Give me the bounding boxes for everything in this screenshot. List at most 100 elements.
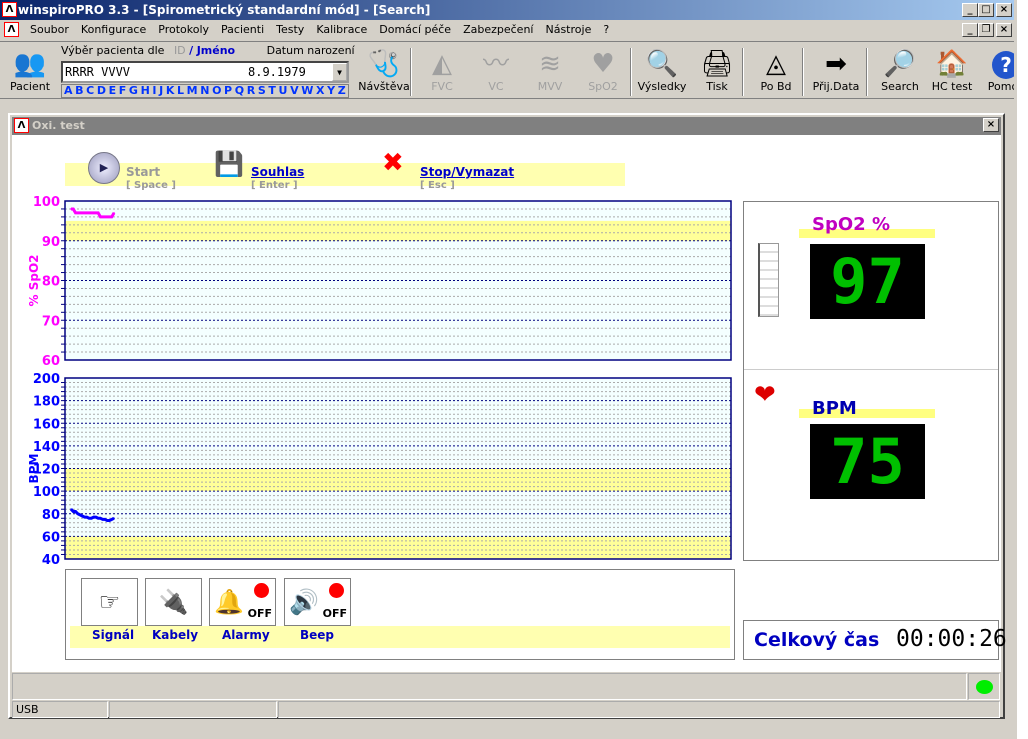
data-point	[108, 216, 111, 218]
alphabet-letter-n[interactable]: N	[200, 85, 209, 97]
menu-help[interactable]: ?	[597, 20, 615, 40]
close-button[interactable]: ×	[996, 3, 1012, 17]
alphabet-letter-s[interactable]: S	[258, 85, 266, 97]
bpm-label: BPM	[812, 398, 857, 419]
alphabet-letter-l[interactable]: L	[177, 85, 184, 97]
app-icon[interactable]: Λ	[2, 2, 17, 17]
child-minimize-button[interactable]: _	[962, 23, 978, 37]
data-point	[88, 517, 90, 520]
toolbar-separator	[802, 48, 804, 96]
beep-button[interactable]: 🔊 OFF	[284, 578, 351, 626]
menu-nastroje[interactable]: Nástroje	[539, 20, 597, 40]
child-app-icon[interactable]: Λ	[4, 22, 19, 37]
alarms-button[interactable]: 🔔 OFF	[209, 578, 276, 626]
y-tick-label: 80	[42, 508, 60, 523]
window-title-bar: Λ winspiroPRO 3.3 - [Spirometrický stand…	[0, 0, 1014, 20]
menu-protokoly[interactable]: Protokoly	[152, 20, 215, 40]
toolbar-button-mvv[interactable]: ≋ MVV	[522, 48, 578, 93]
data-point	[79, 514, 81, 516]
menu-testy[interactable]: Testy	[270, 20, 310, 40]
speaker-icon: 🔊	[289, 588, 319, 616]
alphabet-letter-e[interactable]: E	[109, 85, 117, 97]
data-point	[95, 212, 97, 214]
receive-data-icon: ➡	[825, 49, 847, 79]
toolbar-button-n-v-t-va[interactable]: 🩺 Návštěva	[356, 48, 412, 93]
toolbar-button-po-bd[interactable]: ◬ Po Bd	[748, 48, 804, 93]
data-point	[90, 517, 93, 520]
alphabet-letter-o[interactable]: O	[212, 85, 221, 97]
patient-dob: 8.9.1979	[248, 65, 306, 79]
cables-button[interactable]: 🔌	[145, 578, 202, 626]
menu-pacienti[interactable]: Pacienti	[215, 20, 270, 40]
patient-combobox[interactable]: RRRR VVVV 8.9.1979 ▼	[61, 61, 349, 83]
maximize-button[interactable]: □	[978, 3, 994, 17]
oxi-app-icon: Λ	[14, 118, 29, 133]
toolbar-button-vc[interactable]: 〰 VC	[468, 48, 524, 93]
alphabet-letter-d[interactable]: D	[97, 85, 106, 97]
child-close-button[interactable]: ×	[996, 23, 1012, 37]
alphabet-letter-u[interactable]: U	[279, 85, 288, 97]
alarms-label: Alarmy	[222, 628, 270, 642]
alphabet-letter-z[interactable]: Z	[338, 85, 346, 97]
menu-bar: Λ Soubor Konfigurace Protokoly Pacienti …	[0, 20, 1014, 40]
alphabet-letter-c[interactable]: C	[86, 85, 94, 97]
alphabet-letter-j[interactable]: J	[159, 85, 163, 97]
y-axis-label: BPM	[27, 454, 41, 484]
alphabet-letter-i[interactable]: I	[152, 85, 156, 97]
toolbar-button-tisk[interactable]: 🖨 Tisk	[689, 48, 745, 93]
data-point	[90, 212, 93, 214]
alphabet-letter-t[interactable]: T	[268, 85, 276, 97]
alphabet-letter-h[interactable]: H	[141, 85, 150, 97]
toolbar-button-fvc[interactable]: ◭ FVC	[414, 48, 470, 93]
status-area	[12, 673, 967, 700]
printer-icon: 🖨	[700, 49, 734, 79]
data-point	[104, 216, 106, 218]
menu-kalibrace[interactable]: Kalibrace	[310, 20, 373, 40]
menu-soubor[interactable]: Soubor	[24, 20, 75, 40]
alphabet-letter-k[interactable]: K	[166, 85, 175, 97]
oxi-close-button[interactable]: ×	[983, 118, 999, 132]
alphabet-letter-v[interactable]: V	[290, 85, 299, 97]
bpm-display: 75	[810, 424, 925, 499]
y-tick-label: 60	[42, 354, 60, 369]
minimize-button[interactable]: _	[962, 3, 978, 17]
alphabet-letter-m[interactable]: M	[187, 85, 198, 97]
child-restore-button[interactable]: ❐	[978, 23, 994, 37]
alphabet-letter-y[interactable]: Y	[327, 85, 335, 97]
toolbar-button-v-sledky[interactable]: 🔍 Výsledky	[634, 48, 690, 93]
alphabet-letter-q[interactable]: Q	[235, 85, 244, 97]
chevron-down-icon[interactable]: ▼	[332, 63, 347, 81]
alphabet-letter-g[interactable]: G	[129, 85, 138, 97]
alphabet-letter-f[interactable]: F	[119, 85, 127, 97]
alphabet-letter-x[interactable]: X	[316, 85, 324, 97]
toolbar-button-label: Po Bd	[760, 80, 792, 93]
data-point	[99, 216, 102, 218]
data-point	[97, 517, 99, 520]
connection-status	[968, 673, 1000, 700]
toolbar-button-hc-test[interactable]: 🏠 HC test	[924, 48, 980, 93]
alphabet-letter-p[interactable]: P	[224, 85, 232, 97]
data-point	[83, 212, 86, 214]
y-tick-label: 80	[42, 275, 60, 290]
background-window	[1014, 0, 1028, 739]
toolbar-button-p-ij-data[interactable]: ➡ Přij.Data	[808, 48, 864, 93]
alphabet-letter-b[interactable]: B	[75, 85, 83, 97]
toolbar-button-spo2[interactable]: ♥ SpO2	[575, 48, 631, 93]
alphabet-letter-r[interactable]: R	[247, 85, 255, 97]
menu-domaci-pece[interactable]: Domácí péče	[373, 20, 457, 40]
spo2-label: SpO2 %	[812, 214, 890, 235]
select-by-id[interactable]: ID	[174, 44, 186, 57]
results-icon: 🔍	[645, 49, 679, 79]
cables-label: Kabely	[152, 628, 199, 642]
signal-button[interactable]: ☞	[81, 578, 138, 626]
select-by-name[interactable]: Jméno	[197, 44, 235, 57]
menu-zabezpeceni[interactable]: Zabezpečení	[457, 20, 539, 40]
alphabet-letter-a[interactable]: A	[64, 85, 73, 97]
toolbar-button-search[interactable]: 🔎 Search	[872, 48, 928, 93]
signal-strength-bar	[758, 243, 779, 317]
alphabet-letter-w[interactable]: W	[301, 85, 313, 97]
patient-button[interactable]: 👥 Pacient	[2, 48, 58, 93]
toolbar-separator	[630, 48, 632, 96]
menu-konfigurace[interactable]: Konfigurace	[75, 20, 152, 40]
toolbar-separator	[410, 48, 412, 96]
